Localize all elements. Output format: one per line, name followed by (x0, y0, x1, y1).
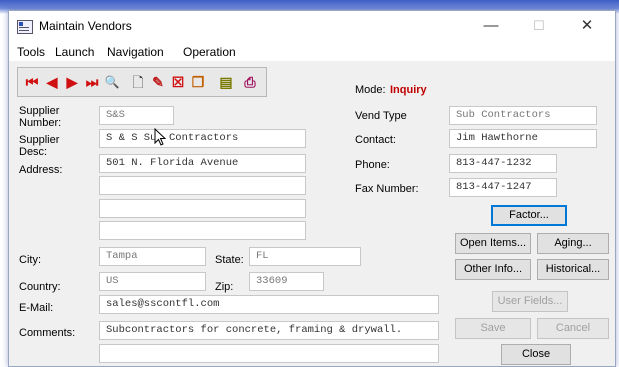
last-record-icon[interactable]: ⏭ (82, 72, 102, 92)
supplier-desc-label: Supplier Desc: (19, 134, 60, 158)
close-button[interactable]: Close (501, 344, 571, 365)
supplier-number-field[interactable]: S&S (99, 106, 174, 125)
email-field[interactable]: sales@sscontfl.com (99, 295, 439, 314)
zip-label: Zip: (215, 281, 234, 293)
phone-label: Phone: (355, 159, 390, 171)
edit-icon[interactable]: ✎ (148, 72, 168, 92)
minimize-button[interactable]: — (471, 15, 511, 37)
contact-field[interactable]: Jim Hawthorne (449, 129, 597, 148)
previous-record-icon[interactable]: ◀ (42, 72, 62, 92)
email-label: E-Mail: (19, 302, 54, 314)
maximize-button[interactable]: ☐ (519, 15, 559, 37)
address-line-3-field[interactable] (99, 199, 306, 218)
state-field[interactable]: FL (249, 247, 361, 266)
first-record-icon[interactable]: ⏮ (22, 72, 42, 92)
save-button[interactable]: Save (455, 318, 531, 339)
close-window-button[interactable]: ✕ (567, 15, 607, 37)
fax-number-field[interactable]: 813-447-1247 (449, 178, 557, 197)
record-toolbar: ⏮ ◀ ▶ ⏭ 🔍 🗋 ✎ ☒ ❐ ▤ ⎙ (17, 67, 267, 97)
menu-operation[interactable]: Operation (183, 45, 236, 59)
contact-label: Contact: (355, 134, 396, 146)
open-items-button[interactable]: Open Items... (455, 233, 531, 254)
zip-field[interactable]: 33609 (249, 272, 324, 291)
mode-value: Inquiry (390, 84, 427, 96)
vend-type-label: Vend Type (355, 110, 407, 122)
supplier-number-label: Supplier Number: (19, 105, 62, 129)
country-field[interactable]: US (99, 272, 206, 291)
state-label: State: (215, 254, 244, 266)
window-title: Maintain Vendors (39, 19, 132, 33)
app-icon (17, 20, 33, 34)
new-record-icon[interactable]: 🗋 (128, 72, 148, 92)
comments-line-2-field[interactable] (99, 344, 439, 363)
factor-button[interactable]: Factor... (491, 205, 567, 226)
aging-button[interactable]: Aging... (537, 233, 609, 254)
menu-bar: Tools Launch Navigation Operation (9, 41, 615, 61)
copy-icon[interactable]: ❐ (188, 72, 208, 92)
address-line-1-field[interactable]: 501 N. Florida Avenue (99, 154, 306, 173)
historical-button[interactable]: Historical... (537, 259, 609, 280)
phone-field[interactable]: 813-447-1232 (449, 154, 557, 173)
find-icon[interactable]: 🔍 (102, 72, 122, 92)
title-bar: Maintain Vendors — ☐ ✕ (9, 11, 615, 41)
address-line-2-field[interactable] (99, 176, 306, 195)
country-label: Country: (19, 281, 61, 293)
menu-tools[interactable]: Tools (17, 45, 45, 59)
next-record-icon[interactable]: ▶ (62, 72, 82, 92)
mode-label: Mode: (355, 84, 386, 96)
fax-number-label: Fax Number: (355, 183, 419, 195)
vend-type-field[interactable]: Sub Contractors (449, 106, 597, 125)
print-icon[interactable]: ⎙ (240, 72, 260, 92)
address-line-4-field[interactable] (99, 221, 306, 240)
user-fields-button[interactable]: User Fields... (492, 291, 568, 312)
mouse-cursor-icon (154, 128, 167, 146)
menu-navigation[interactable]: Navigation (107, 45, 164, 59)
comments-label: Comments: (19, 327, 76, 339)
notes-icon[interactable]: ▤ (216, 72, 236, 92)
city-label: City: (19, 254, 41, 266)
menu-launch[interactable]: Launch (55, 45, 94, 59)
supplier-desc-field[interactable]: S & S Sub Contractors (99, 129, 306, 148)
delete-icon[interactable]: ☒ (168, 72, 188, 92)
comments-line-1-field[interactable]: Subcontractors for concrete, framing & d… (99, 321, 439, 340)
cancel-button[interactable]: Cancel (537, 318, 609, 339)
other-info-button[interactable]: Other Info... (455, 259, 531, 280)
city-field[interactable]: Tampa (99, 247, 206, 266)
address-label: Address: (19, 164, 63, 176)
maintain-vendors-window: Maintain Vendors — ☐ ✕ Tools Launch Navi… (8, 10, 616, 367)
